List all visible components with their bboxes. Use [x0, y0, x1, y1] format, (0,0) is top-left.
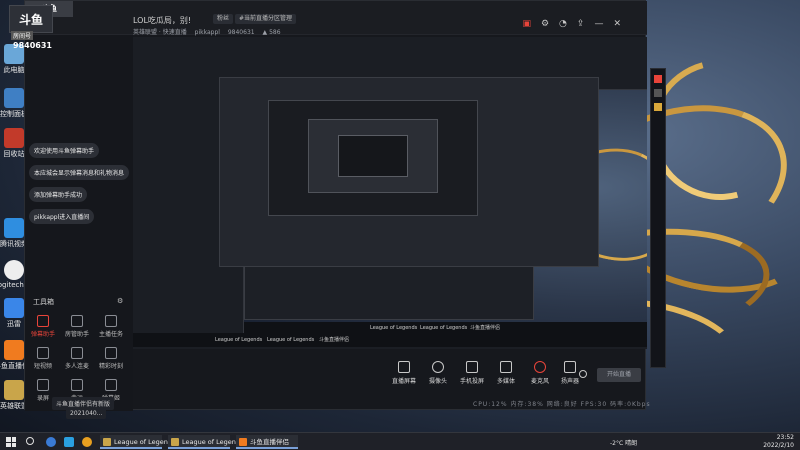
windows-start-icon[interactable] — [6, 437, 16, 447]
mic-icon — [534, 361, 546, 373]
recycle-bin-icon — [4, 128, 24, 148]
performance-status: CPU:12% 内存:38% 网络:良好 FPS:30 码率:0Kbps — [473, 401, 651, 408]
tasks-icon — [105, 315, 117, 327]
monitor-icon — [398, 361, 410, 373]
settings-icon[interactable]: ⚙ — [541, 19, 559, 29]
start-live-button[interactable]: 开始直播 — [597, 368, 641, 382]
room-manager-icon — [71, 315, 83, 327]
browser-icon[interactable] — [46, 437, 56, 447]
username-label: pikkappl — [194, 29, 220, 36]
system-clock[interactable]: 23:52 2022/2/10 — [763, 434, 794, 450]
weather-widget[interactable]: -2°C 晴朗 — [610, 438, 637, 447]
logitech-icon — [4, 260, 24, 280]
desktop-screen: { "app": { "title": "LOL吃瓜局，别!", "chip_f… — [0, 0, 800, 450]
source-control-bar: 直播屏幕 摄像头 手机投屏 多媒体 麦克风 扬声器 开始直播 — [133, 353, 647, 397]
minimize-icon[interactable]: — — [594, 19, 613, 29]
multi-mic-icon — [71, 347, 83, 359]
lucky-icon — [71, 379, 83, 391]
tool-streamer-tasks[interactable]: 主播任务 — [95, 315, 127, 338]
tool-highlights[interactable]: 精彩时刻 — [95, 347, 127, 370]
category-tag-chip[interactable]: #当前直播分区管理 — [235, 14, 297, 24]
screen-source-button[interactable]: 直播屏幕 — [387, 361, 421, 385]
strip-icon[interactable] — [654, 103, 662, 111]
close-icon[interactable]: ✕ — [613, 19, 631, 29]
fire-icon: ▲ — [262, 29, 268, 36]
media-source-button[interactable]: 多媒体 — [489, 361, 523, 385]
league-icon — [171, 438, 179, 446]
douyu-icon — [239, 438, 247, 446]
phone-cast-button[interactable]: 手机投屏 — [455, 361, 489, 385]
room-number-value: 9840631 — [13, 41, 52, 50]
tencent-video-icon — [4, 218, 24, 238]
danmu-ji-icon — [105, 379, 117, 391]
douyu-avatar-logo: 斗鱼 — [9, 5, 53, 33]
room-number-label: 房间号 — [11, 31, 34, 40]
windows-taskbar: League of Legends League of Legen... 斗鱼直… — [0, 432, 800, 450]
heat-count: 586 — [269, 29, 281, 36]
bell-icon[interactable]: ◔ — [559, 19, 577, 29]
control-panel-icon — [4, 88, 24, 108]
settings-gear-icon[interactable] — [579, 370, 587, 378]
search-icon[interactable] — [26, 437, 34, 445]
xunlei-icon — [4, 298, 24, 318]
app-titlebar: 斗鱼 LOL吃瓜局，别! 粉丝 #当前直播分区管理 英雄联盟 · 快速直播 pi… — [25, 1, 647, 36]
strip-icon[interactable] — [654, 75, 662, 83]
taskbar-league-2[interactable]: League of Legen... — [168, 435, 242, 449]
chat-message: 本应城会显示弹幕消息和礼物消息 — [29, 165, 130, 180]
side-toolbar-strip — [650, 68, 666, 368]
league-icon — [103, 438, 111, 446]
chat-message: pikkappl进入直播间 — [29, 209, 95, 224]
media-icon — [500, 361, 512, 373]
stream-preview[interactable]: League of Legends League of Legends 斗鱼直播… — [133, 37, 647, 349]
gift-icon[interactable]: ▣ — [522, 19, 541, 29]
notice-secondary: 2021040... — [66, 408, 107, 419]
titlebar-actions: ▣⚙◔⇪—✕ — [522, 19, 631, 29]
tool-multi-mic[interactable]: 多人连麦 — [61, 347, 93, 370]
tool-danmu-assistant[interactable]: 弹幕助手 — [27, 315, 59, 338]
league-icon — [4, 380, 24, 400]
douyu-companion-window: 斗鱼 LOL吃瓜局，别! 粉丝 #当前直播分区管理 英雄联盟 · 快速直播 pi… — [9, 0, 650, 411]
record-icon — [37, 379, 49, 391]
left-side-panel: 斗鱼 房间号 9840631 欢迎使用斗鱼弹幕助手 本应城会显示弹幕消息和礼物消… — [9, 5, 133, 411]
chrome-icon[interactable] — [82, 437, 92, 447]
phone-cast-icon — [466, 361, 478, 373]
strip-icon[interactable] — [654, 89, 662, 97]
share-icon[interactable]: ⇪ — [577, 19, 595, 29]
taskbar-douyu[interactable]: 斗鱼直播伴侣 — [236, 435, 298, 449]
room-subinfo: 英雄联盟 · 快速直播 pikkappl 9840631 ▲ 586 — [133, 27, 281, 36]
camera-icon — [432, 361, 444, 373]
tool-short-video[interactable]: 短视频 — [27, 347, 59, 370]
danmu-icon — [37, 315, 49, 327]
chat-message: 添加弹幕助手成功 — [29, 187, 88, 202]
room-title[interactable]: LOL吃瓜局，别! — [133, 15, 191, 26]
toolbox-title: 工具箱 — [33, 298, 54, 306]
room-id-label: 9840631 — [227, 29, 255, 36]
speaker-icon — [564, 361, 576, 373]
chat-app-icon[interactable] — [64, 437, 74, 447]
video-icon — [37, 347, 49, 359]
toolbox-settings-icon[interactable]: ⚙ — [117, 297, 123, 305]
taskbar-league-1[interactable]: League of Legends — [100, 435, 175, 449]
douyu-icon — [4, 340, 24, 360]
tool-room-manager[interactable]: 房管助手 — [61, 315, 93, 338]
camera-source-button[interactable]: 摄像头 — [421, 361, 455, 385]
chat-message: 欢迎使用斗鱼弹幕助手 — [29, 143, 100, 158]
highlight-icon — [105, 347, 117, 359]
preview-outer-taskbar: League of Legends League of Legends 斗鱼直播… — [133, 333, 647, 347]
fans-chip[interactable]: 粉丝 — [213, 14, 234, 24]
microphone-button[interactable]: 麦克风 — [523, 361, 557, 385]
preview-nested-capture — [338, 135, 408, 177]
category-label[interactable]: 英雄联盟 · 快速直播 — [133, 29, 187, 36]
